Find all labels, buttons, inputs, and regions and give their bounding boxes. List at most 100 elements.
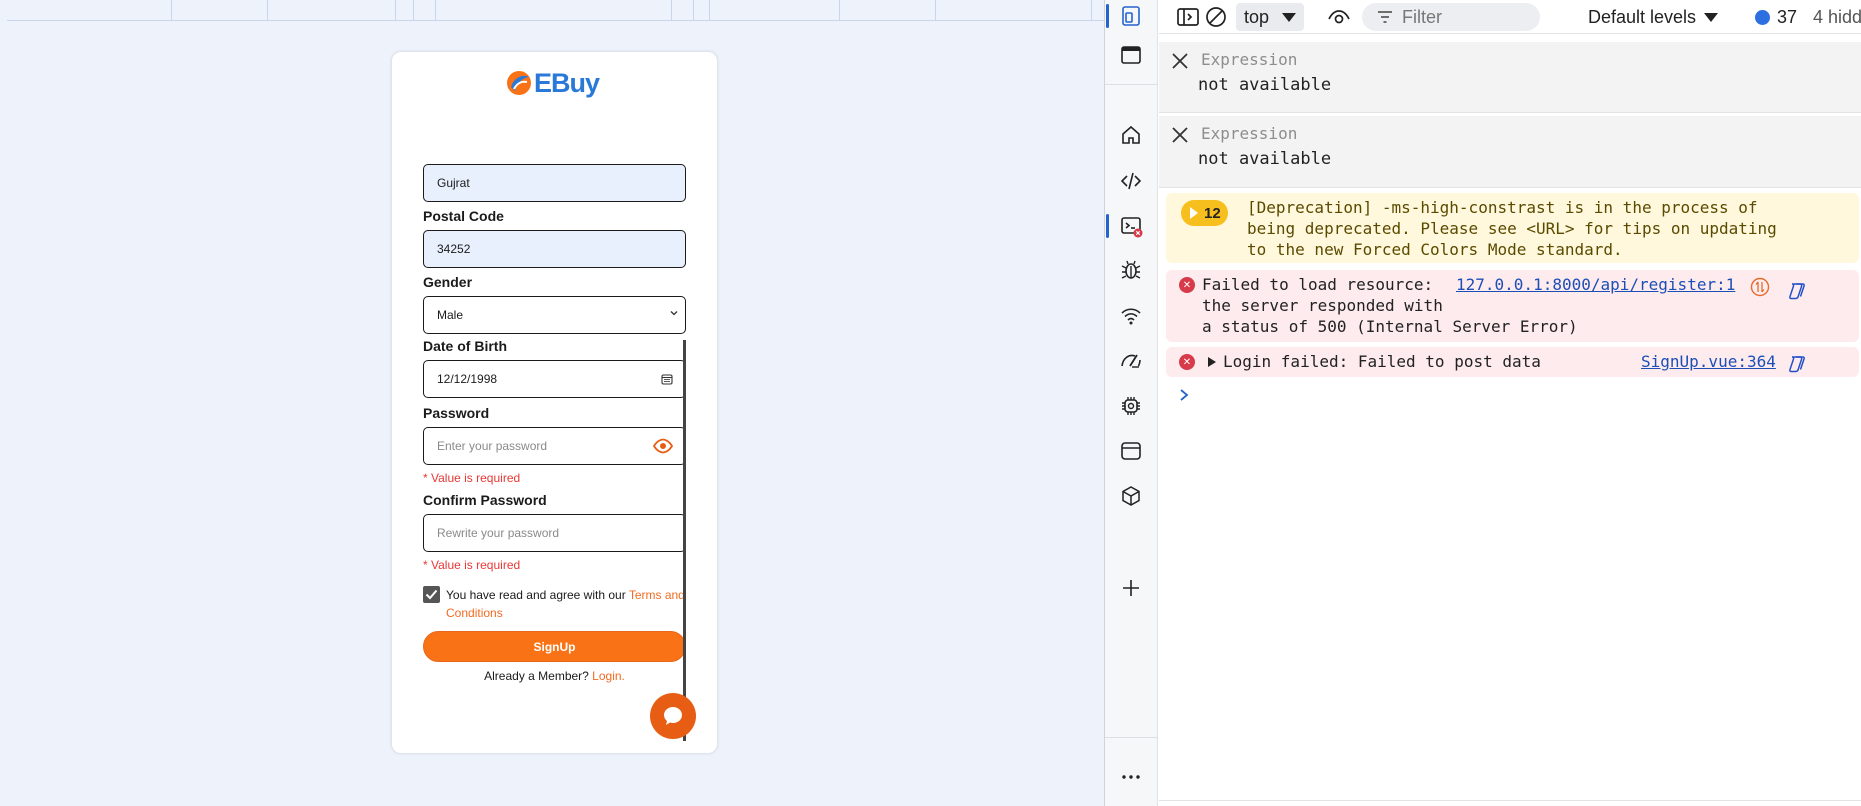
memory-chip-icon[interactable] [1117, 392, 1145, 420]
terms-text: You have read and agree with our Terms a… [446, 586, 691, 622]
dimension-ruler [7, 0, 1104, 21]
console-error[interactable]: ✕ Failed to load resource: the server re… [1166, 270, 1859, 342]
context-selector[interactable]: top [1236, 3, 1304, 31]
devtools-activity-bar [1105, 0, 1158, 806]
chevron-down-icon [670, 311, 678, 316]
repeat-count-badge[interactable]: 12 [1181, 200, 1228, 226]
expression-label[interactable]: Expression [1201, 124, 1297, 143]
expand-triangle-icon[interactable] [1207, 356, 1217, 368]
network-request-icon[interactable] [1750, 277, 1770, 297]
signup-button[interactable]: SignUp [423, 631, 686, 662]
application-icon[interactable] [1117, 437, 1145, 465]
expression-value: not available [1198, 75, 1332, 95]
member-prefix: Already a Member? [484, 669, 593, 683]
copilot-explain-icon[interactable] [1787, 354, 1807, 374]
chat-button[interactable] [650, 693, 696, 739]
chat-bubble-icon [664, 707, 682, 725]
console-icon[interactable] [1106, 212, 1145, 240]
confirm-password-placeholder: Rewrite your password [437, 526, 560, 540]
activity-separator-bottom [1105, 737, 1158, 738]
console-warning[interactable]: 12 [Deprecation] -ms-high-constrast is i… [1166, 193, 1859, 263]
confirm-password-label: Confirm Password [423, 492, 547, 508]
warning-line: [Deprecation] -ms-high-constrast is in t… [1247, 198, 1758, 217]
message-count-badge[interactable]: 37 [1755, 4, 1797, 30]
message-bubble-icon [1755, 9, 1770, 25]
dob-input[interactable]: 12/12/1998 [423, 360, 686, 398]
log-levels-dropdown[interactable]: Default levels [1588, 3, 1719, 31]
page-viewport: EBuy Gujrat Postal Code 34252 Gender Mal… [0, 0, 1104, 806]
console-error[interactable]: ✕ Login failed: Failed to post data Sign… [1166, 347, 1859, 377]
dock-icon[interactable] [1117, 41, 1145, 69]
elements-icon[interactable] [1117, 167, 1145, 195]
network-wifi-icon[interactable] [1117, 302, 1145, 330]
devtools-panel: top Filter Default levels 37 Expression … [1104, 0, 1861, 806]
log-levels-value: Default levels [1588, 6, 1697, 27]
confirm-password-input[interactable]: Rewrite your password [423, 514, 686, 552]
warning-text: [Deprecation] -ms-high-constrast is in t… [1247, 197, 1777, 260]
3d-view-icon[interactable] [1117, 482, 1145, 510]
clear-console-icon[interactable] [1204, 5, 1228, 29]
live-expression-eye-icon[interactable] [1327, 5, 1351, 29]
more-icon[interactable] [1117, 763, 1145, 791]
context-value: top [1244, 6, 1270, 27]
error-line: Login failed: Failed to post data [1223, 352, 1541, 371]
signup-card: EBuy Gujrat Postal Code 34252 Gender Mal… [391, 51, 718, 754]
logo-text: EBuy [534, 67, 600, 98]
login-link[interactable]: Login. [592, 669, 625, 683]
filter-input[interactable]: Filter [1362, 3, 1540, 31]
error-line: the server responded with [1202, 296, 1443, 315]
terms-checkbox[interactable] [423, 586, 440, 603]
gender-select[interactable]: Male [423, 296, 686, 334]
console-bottom-divider [1159, 800, 1861, 801]
message-count-value: 37 [1777, 6, 1798, 27]
expression-value: not available [1198, 149, 1332, 169]
resource-link[interactable]: 127.0.0.1:8000/api/register:1 [1456, 274, 1735, 295]
postal-code-value: 34252 [437, 242, 471, 256]
eye-icon[interactable] [653, 438, 673, 454]
dropdown-caret-icon [1282, 13, 1296, 22]
password-error: * Value is required [423, 471, 521, 485]
filter-icon [1378, 11, 1392, 23]
gender-value: Male [437, 308, 464, 322]
postal-code-input[interactable]: 34252 [423, 230, 686, 268]
dropdown-caret-icon [1704, 12, 1719, 22]
live-expression: Expression not available [1159, 42, 1861, 113]
live-expression: Expression not available [1159, 116, 1861, 188]
add-tool-icon[interactable] [1117, 574, 1145, 602]
error-line: a status of 500 (Internal Server Error) [1202, 317, 1578, 336]
checkmark-icon [425, 589, 438, 600]
member-text: Already a Member? Login. [423, 669, 686, 683]
warning-line: being deprecated. Please see <URL> for t… [1247, 219, 1777, 238]
source-link[interactable]: SignUp.vue:364 [1641, 351, 1776, 372]
gender-label: Gender [423, 274, 473, 290]
state-input[interactable]: Gujrat [423, 164, 686, 202]
console-pane: top Filter Default levels 37 Expression … [1159, 0, 1861, 806]
calendar-icon[interactable] [661, 373, 673, 385]
device-emulation-icon[interactable] [1106, 2, 1145, 30]
ebuy-logo[interactable]: EBuy [505, 66, 600, 100]
error-icon: ✕ [1179, 277, 1195, 293]
password-label: Password [423, 405, 490, 421]
home-icon[interactable] [1117, 121, 1145, 149]
sources-bug-icon[interactable] [1117, 256, 1145, 284]
close-icon[interactable] [1171, 126, 1189, 144]
hidden-count[interactable]: 4 hidden [1813, 4, 1861, 30]
activity-separator [1105, 84, 1158, 85]
repeat-count: 12 [1204, 204, 1221, 222]
dob-label: Date of Birth [423, 338, 507, 354]
postal-code-label: Postal Code [423, 208, 504, 224]
password-input[interactable]: Enter your password [423, 427, 686, 465]
form-scrollbar[interactable] [683, 340, 686, 741]
error-icon: ✕ [1179, 354, 1195, 370]
copilot-explain-icon[interactable] [1787, 281, 1807, 301]
close-icon[interactable] [1171, 52, 1189, 70]
filter-placeholder: Filter [1402, 6, 1442, 27]
password-placeholder: Enter your password [437, 439, 548, 453]
warning-line: to the new Forced Colors Mode standard. [1247, 240, 1623, 259]
expression-label[interactable]: Expression [1201, 50, 1297, 69]
ebuy-logo-icon [507, 71, 531, 95]
state-value: Gujrat [437, 176, 470, 190]
console-prompt-chevron-icon[interactable] [1177, 386, 1191, 404]
sidebar-toggle-icon[interactable] [1176, 5, 1200, 29]
performance-icon[interactable] [1117, 347, 1145, 375]
